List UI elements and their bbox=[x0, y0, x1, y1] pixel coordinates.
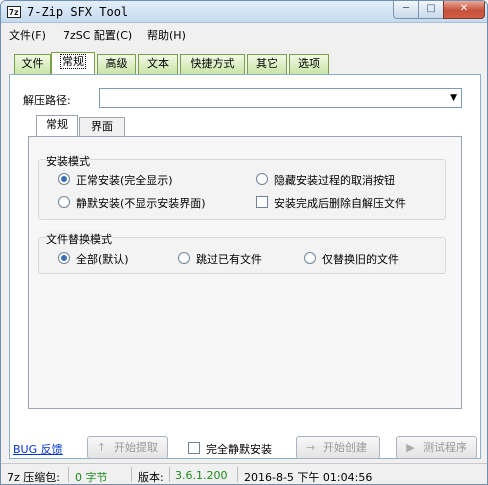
install-mode-title: 安装模式 bbox=[46, 153, 90, 169]
tab-file[interactable]: 文件 bbox=[14, 54, 51, 74]
tab-options-label: 选项 bbox=[298, 57, 320, 70]
tab-text[interactable]: 文本 bbox=[138, 54, 178, 74]
arrow-up-icon: ↑ bbox=[96, 441, 107, 454]
file-replace-title: 文件替换模式 bbox=[46, 231, 112, 247]
radio-silent-install-label[interactable]: 静默安装(不显示安装界面) bbox=[76, 195, 206, 211]
tab-text-label: 文本 bbox=[147, 57, 169, 70]
tab-other-label: 其它 bbox=[256, 57, 278, 70]
tab-general-label: 常规 bbox=[60, 54, 86, 69]
inner-tab-interface[interactable]: 界面 bbox=[79, 117, 125, 136]
checkbox-hide-cancel-box[interactable] bbox=[256, 173, 268, 185]
checkbox-delete-after[interactable] bbox=[256, 196, 268, 208]
checkbox-fully-silent-label[interactable]: 完全静默安装 bbox=[206, 441, 272, 457]
tab-advanced[interactable]: 高级 bbox=[97, 54, 136, 74]
status-version-label: 版本: bbox=[138, 471, 164, 484]
tab-general[interactable]: 常规 bbox=[51, 52, 95, 75]
start-create-button[interactable]: → 开始创建 bbox=[296, 436, 380, 459]
arrow-right-icon: → bbox=[305, 441, 316, 454]
tab-shortcuts[interactable]: 快捷方式 bbox=[180, 54, 245, 74]
status-version-value: 3.6.1.200 bbox=[175, 469, 228, 482]
main-window: 7z 7-Zip SFX Tool ─ □ ✕ 文件(F) 7zSC 配置(C)… bbox=[0, 0, 488, 485]
radio-skip-existing-label[interactable]: 跳过已有文件 bbox=[196, 251, 262, 267]
status-divider bbox=[169, 467, 170, 482]
start-extract-label: 开始提取 bbox=[114, 441, 158, 454]
tab-advanced-label: 高级 bbox=[105, 57, 128, 70]
chevron-down-icon[interactable]: ▼ bbox=[450, 93, 457, 103]
close-button[interactable]: ✕ bbox=[443, 1, 485, 19]
window-title: 7-Zip SFX Tool bbox=[27, 5, 129, 19]
menu-file[interactable]: 文件(F) bbox=[9, 27, 46, 43]
start-create-label: 开始创建 bbox=[323, 441, 367, 454]
app-icon: 7z bbox=[7, 6, 21, 18]
extract-path-combo[interactable]: ▼ bbox=[99, 88, 462, 108]
extract-path-label: 解压路径: bbox=[23, 94, 71, 107]
status-package-label: 7z 压缩包: bbox=[7, 471, 60, 484]
bug-feedback-link[interactable]: BUG 反馈 bbox=[13, 441, 63, 457]
radio-normal-install[interactable] bbox=[58, 173, 70, 185]
radio-normal-install-label[interactable]: 正常安装(完全显示) bbox=[76, 172, 173, 188]
status-divider bbox=[131, 467, 132, 482]
status-datetime: 2016-8-5 下午 01:04:56 bbox=[244, 471, 373, 484]
radio-replace-older[interactable] bbox=[304, 252, 316, 264]
radio-replace-all-label[interactable]: 全部(默认) bbox=[76, 251, 129, 267]
menu-bar: 文件(F) 7zSC 配置(C) 帮助(H) bbox=[1, 24, 487, 43]
menu-config[interactable]: 7zSC 配置(C) bbox=[63, 27, 132, 43]
tab-shortcuts-label: 快捷方式 bbox=[190, 57, 235, 70]
radio-replace-older-label[interactable]: 仅替换旧的文件 bbox=[322, 251, 399, 267]
tab-other[interactable]: 其它 bbox=[247, 54, 287, 74]
start-extract-button[interactable]: ↑ 开始提取 bbox=[87, 436, 168, 459]
tab-file-label: 文件 bbox=[21, 57, 44, 70]
maximize-button[interactable]: □ bbox=[418, 1, 444, 19]
status-package-size: 0 字节 bbox=[75, 471, 108, 484]
status-divider bbox=[237, 467, 238, 482]
play-icon: ▶ bbox=[406, 441, 415, 454]
inner-tab-general[interactable]: 常规 bbox=[36, 115, 78, 137]
radio-silent-install[interactable] bbox=[58, 196, 70, 208]
checkbox-fully-silent[interactable] bbox=[188, 442, 200, 454]
radio-skip-existing[interactable] bbox=[178, 252, 190, 264]
test-program-label: 测试程序 bbox=[423, 441, 467, 454]
title-bar[interactable]: 7z 7-Zip SFX Tool ─ □ ✕ bbox=[1, 1, 487, 23]
status-bar: 7z 压缩包: 0 字节 版本: 3.6.1.200 2016-8-5 下午 0… bbox=[1, 463, 487, 484]
checkbox-hide-cancel-label[interactable]: 隐藏安装过程的取消按钮 bbox=[274, 172, 395, 188]
minimize-button[interactable]: ─ bbox=[393, 1, 419, 19]
checkbox-delete-after-label[interactable]: 安装完成后删除自解压文件 bbox=[274, 195, 406, 211]
status-divider bbox=[68, 467, 69, 482]
test-program-button[interactable]: ▶ 测试程序 bbox=[396, 436, 477, 459]
tab-options[interactable]: 选项 bbox=[289, 54, 329, 74]
menu-help[interactable]: 帮助(H) bbox=[147, 27, 186, 43]
radio-replace-all[interactable] bbox=[58, 252, 70, 264]
